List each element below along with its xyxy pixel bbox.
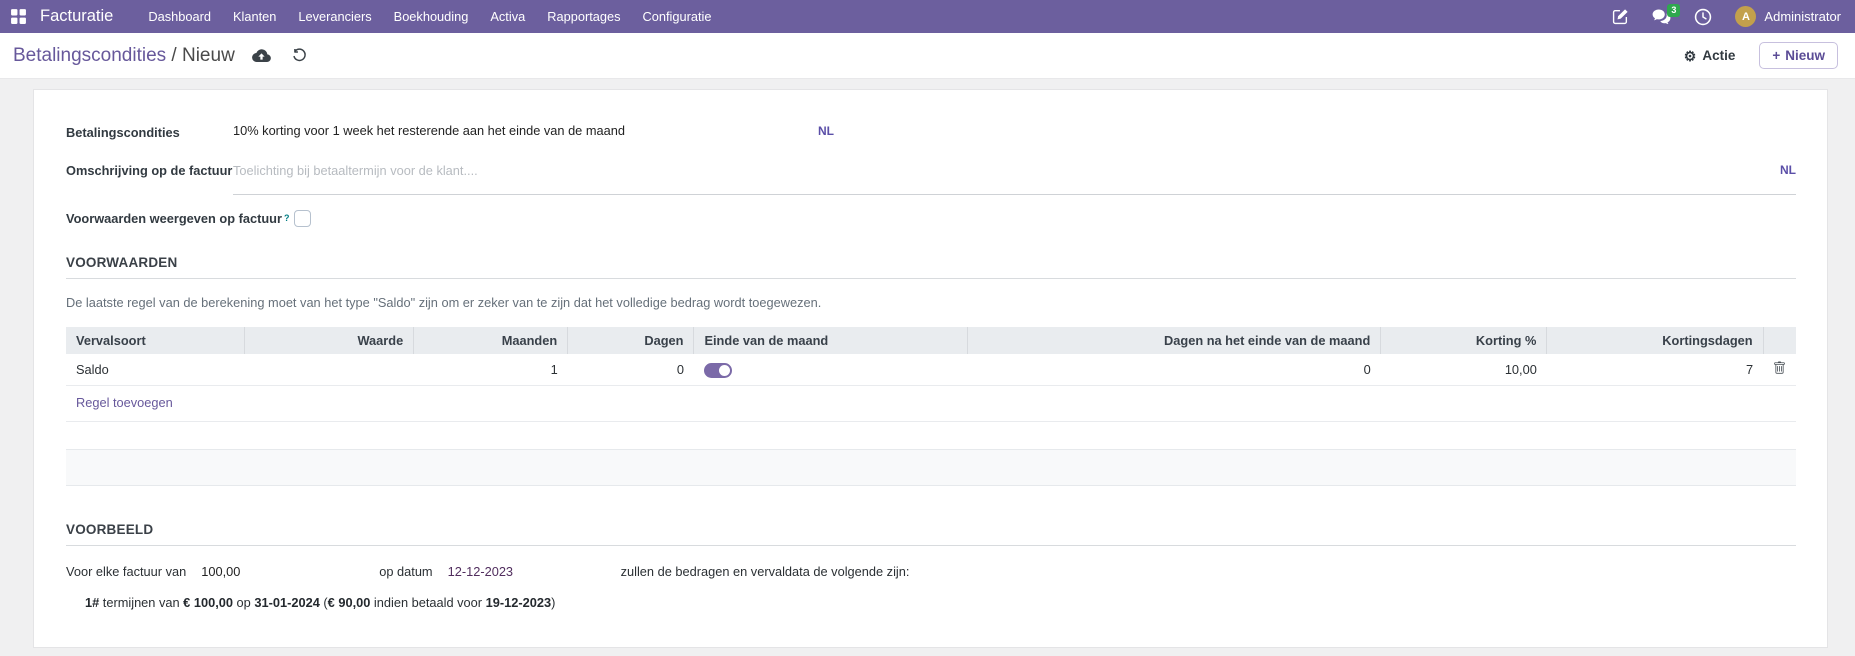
control-panel: Betalingscondities / Nieuw ⚙ Actie + Nie… bbox=[0, 33, 1855, 79]
example-date-label: op datum bbox=[379, 564, 432, 579]
col-einde-van-de-maand[interactable]: Einde van de maand bbox=[694, 327, 967, 354]
help-question-icon[interactable]: ? bbox=[284, 213, 290, 223]
panel-actions: ⚙ Actie + Nieuw bbox=[1684, 42, 1838, 69]
action-label: Actie bbox=[1702, 48, 1735, 63]
col-kortingsdagen[interactable]: Kortingsdagen bbox=[1547, 327, 1763, 354]
table-row: Saldo 1 0 0 10,00 7 bbox=[66, 354, 1796, 386]
result-amount: € 100,00 bbox=[183, 595, 233, 610]
cell-dagen-na[interactable]: 0 bbox=[967, 354, 1380, 386]
discard-undo-icon[interactable] bbox=[292, 48, 307, 63]
user-menu[interactable]: A Administrator bbox=[1735, 6, 1841, 27]
cell-einde-van-de-maand bbox=[694, 354, 967, 386]
name-input[interactable] bbox=[233, 123, 818, 138]
cell-delete bbox=[1763, 354, 1796, 386]
example-suffix: zullen de bedragen en vervaldata de volg… bbox=[621, 564, 910, 579]
terms-hint: De laatste regel van de berekening moet … bbox=[66, 295, 1796, 310]
messages-icon[interactable]: 3 bbox=[1652, 9, 1671, 24]
add-line-link[interactable]: Regel toevoegen bbox=[76, 395, 173, 410]
cell-waarde[interactable] bbox=[244, 354, 414, 386]
note-input[interactable] bbox=[233, 163, 1780, 178]
example-date-input[interactable] bbox=[446, 563, 621, 580]
name-field-wrap: NL bbox=[233, 123, 834, 138]
activities-clock-icon[interactable] bbox=[1694, 8, 1712, 26]
nav-activa[interactable]: Activa bbox=[479, 0, 536, 33]
cell-kortingsdagen[interactable]: 7 bbox=[1547, 354, 1763, 386]
terms-table: Vervalsoort Waarde Maanden Dagen Einde v… bbox=[66, 327, 1796, 422]
gear-icon: ⚙ bbox=[1684, 49, 1697, 63]
display-on-invoice-label: Voorwaarden weergeven op factuur bbox=[66, 211, 282, 226]
cell-vervalsoort[interactable]: Saldo bbox=[66, 354, 244, 386]
messages-count-badge: 3 bbox=[1667, 4, 1680, 17]
top-navbar: Facturatie Dashboard Klanten Leverancier… bbox=[0, 0, 1855, 33]
payment-term-name-row: Betalingscondities NL bbox=[66, 123, 1796, 141]
result-text: indien betaald voor bbox=[370, 595, 485, 610]
nav-rapportages[interactable]: Rapportages bbox=[536, 0, 631, 33]
breadcrumb: Betalingscondities / Nieuw bbox=[13, 45, 235, 67]
nav-configuratie[interactable]: Configuratie bbox=[632, 0, 723, 33]
result-text: termijnen van bbox=[99, 595, 183, 610]
cell-korting[interactable]: 10,00 bbox=[1381, 354, 1547, 386]
result-text: op bbox=[233, 595, 254, 610]
note-label: Omschrijving op de factuur bbox=[66, 161, 233, 179]
nav-klanten[interactable]: Klanten bbox=[222, 0, 287, 33]
terms-table-header-row: Vervalsoort Waarde Maanden Dagen Einde v… bbox=[66, 327, 1796, 354]
trash-icon bbox=[1773, 361, 1786, 375]
avatar: A bbox=[1735, 6, 1756, 27]
invoice-note-row: Omschrijving op de factuur NL bbox=[66, 161, 1796, 195]
cell-dagen[interactable]: 0 bbox=[568, 354, 694, 386]
result-text: ( bbox=[320, 595, 328, 610]
name-label: Betalingscondities bbox=[66, 123, 233, 141]
name-translate-badge[interactable]: NL bbox=[818, 124, 834, 138]
action-menu-button[interactable]: ⚙ Actie bbox=[1684, 48, 1736, 63]
record-status-icons bbox=[252, 48, 307, 63]
result-count: 1# bbox=[85, 595, 99, 610]
save-cloud-icon[interactable] bbox=[252, 49, 271, 63]
new-button-label: Nieuw bbox=[1785, 48, 1825, 63]
example-section-title: VOORBEELD bbox=[66, 522, 1796, 546]
note-field-wrap: NL bbox=[233, 161, 1796, 195]
example-amount-input[interactable] bbox=[199, 563, 379, 580]
table-footer-stripe bbox=[66, 449, 1796, 486]
col-dagen[interactable]: Dagen bbox=[568, 327, 694, 354]
note-translate-badge[interactable]: NL bbox=[1780, 163, 1796, 177]
result-text: ) bbox=[551, 595, 555, 610]
new-button[interactable]: + Nieuw bbox=[1759, 42, 1838, 69]
edit-icon[interactable] bbox=[1612, 8, 1629, 25]
nav-leveranciers[interactable]: Leveranciers bbox=[287, 0, 382, 33]
col-maanden[interactable]: Maanden bbox=[414, 327, 568, 354]
example-result: 1# termijnen van € 100,00 op 31-01-2024 … bbox=[66, 595, 1796, 610]
form-sheet: Betalingscondities NL Omschrijving op de… bbox=[33, 89, 1828, 648]
col-actions bbox=[1763, 327, 1796, 354]
terms-section-title: VOORWAARDEN bbox=[66, 255, 1796, 279]
example-line: Voor elke factuur van op datum zullen de… bbox=[66, 563, 1796, 580]
col-korting[interactable]: Korting % bbox=[1381, 327, 1547, 354]
delete-row-button[interactable] bbox=[1773, 361, 1786, 375]
nav-dashboard[interactable]: Dashboard bbox=[137, 0, 222, 33]
main-content: Betalingscondities NL Omschrijving op de… bbox=[0, 79, 1855, 656]
col-dagen-na-einde-maand[interactable]: Dagen na het einde van de maand bbox=[967, 327, 1380, 354]
breadcrumb-current: / Nieuw bbox=[166, 45, 235, 66]
display-on-invoice-row: Voorwaarden weergeven op factuur ? bbox=[66, 210, 1796, 227]
add-row: Regel toevoegen bbox=[66, 385, 1796, 421]
result-discount-date: 19-12-2023 bbox=[486, 595, 551, 610]
display-on-invoice-checkbox[interactable] bbox=[294, 210, 311, 227]
navbar-systray: 3 A Administrator bbox=[1612, 6, 1841, 27]
end-of-month-toggle[interactable] bbox=[704, 363, 732, 378]
apps-grid-icon[interactable] bbox=[10, 8, 27, 25]
user-name: Administrator bbox=[1764, 9, 1841, 24]
breadcrumb-parent[interactable]: Betalingscondities bbox=[13, 45, 166, 66]
col-vervalsoort[interactable]: Vervalsoort bbox=[66, 327, 244, 354]
result-discount-amount: € 90,00 bbox=[328, 595, 371, 610]
cell-maanden[interactable]: 1 bbox=[414, 354, 568, 386]
app-brand[interactable]: Facturatie bbox=[40, 7, 113, 26]
main-menu: Dashboard Klanten Leveranciers Boekhoudi… bbox=[137, 0, 722, 33]
result-due-date: 31-01-2024 bbox=[254, 595, 319, 610]
plus-icon: + bbox=[1772, 48, 1780, 63]
col-waarde[interactable]: Waarde bbox=[244, 327, 414, 354]
nav-boekhouding[interactable]: Boekhouding bbox=[383, 0, 480, 33]
example-prefix: Voor elke factuur van bbox=[66, 564, 186, 579]
